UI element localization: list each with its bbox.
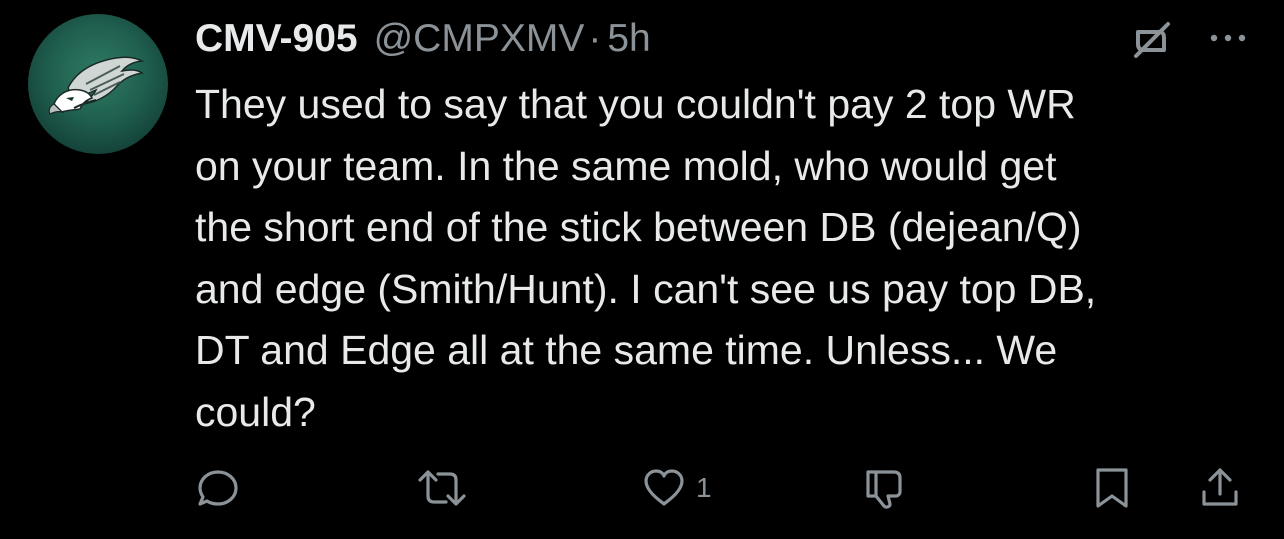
reply-icon <box>198 470 238 506</box>
display-name[interactable]: CMV-905 <box>195 14 358 64</box>
eagle-logo-icon <box>48 56 145 115</box>
share-button[interactable] <box>1196 464 1244 512</box>
like-count: 1 <box>696 472 712 503</box>
tweet-header: CMV-905 @CMPXMV · 5h <box>195 14 651 64</box>
retweet-icon <box>418 470 466 506</box>
grok-button[interactable] <box>1128 20 1174 60</box>
thumbs-down-icon <box>866 470 902 509</box>
timestamp[interactable]: 5h <box>607 14 650 64</box>
like-button[interactable]: 1 <box>640 464 712 512</box>
more-dots-icon <box>1210 34 1246 42</box>
heart-icon <box>644 469 684 506</box>
avatar[interactable] <box>28 14 168 154</box>
share-icon <box>1202 468 1238 506</box>
tweet-card[interactable]: CMV-905 @CMPXMV · 5h They used to say th… <box>0 0 1284 539</box>
bookmark-button[interactable] <box>1088 464 1136 512</box>
bookmark-icon <box>1096 468 1128 508</box>
user-handle[interactable]: @CMPXMV <box>374 14 585 64</box>
reply-button[interactable] <box>194 464 242 512</box>
slash-circle-icon <box>1134 22 1170 58</box>
retweet-button[interactable] <box>414 464 470 512</box>
more-options-button[interactable] <box>1200 24 1256 52</box>
dislike-button[interactable] <box>860 464 908 512</box>
separator-dot: · <box>588 17 602 60</box>
tweet-text: They used to say that you couldn't pay 2… <box>195 81 1097 435</box>
